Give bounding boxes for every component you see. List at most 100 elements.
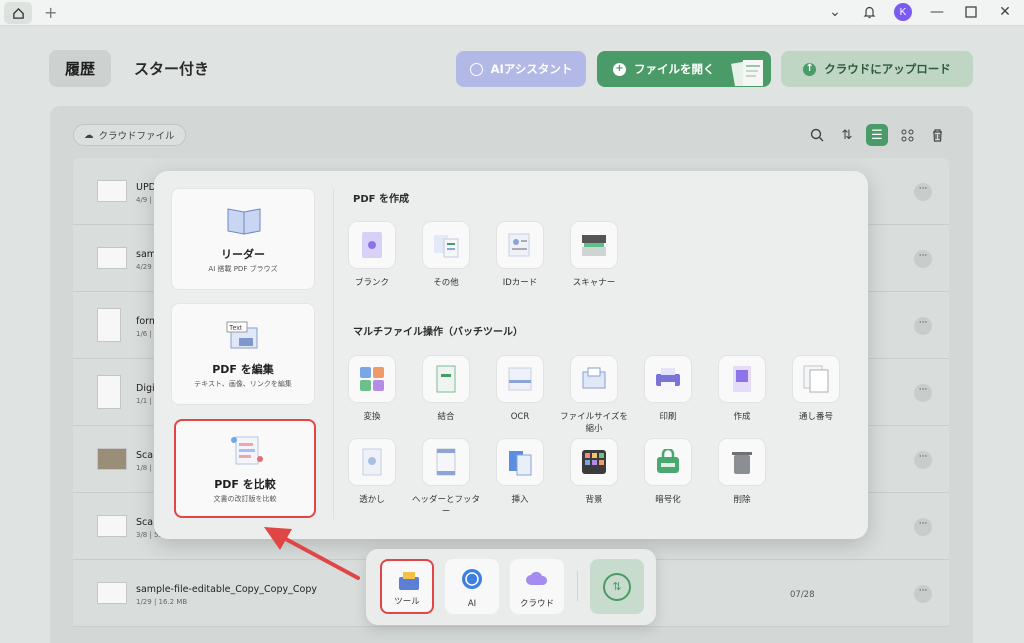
more-button[interactable]: ··· [914, 451, 932, 469]
cloud-icon [526, 571, 548, 585]
trash-icon[interactable] [926, 124, 948, 146]
tool-compress[interactable]: ファイルサイズを縮小 [557, 355, 631, 435]
file-meta: 1/6 | [136, 330, 152, 338]
grid-view-icon[interactable] [896, 124, 918, 146]
dock-tools-button[interactable]: ツール [380, 559, 434, 614]
close-icon[interactable]: ✕ [996, 3, 1014, 21]
tool-print[interactable]: 印刷 [631, 355, 705, 423]
compare-icon [231, 436, 263, 465]
divider [333, 189, 334, 519]
reader-title: リーダー [221, 248, 265, 261]
file-thumbnail [97, 448, 127, 470]
more-button[interactable]: ··· [914, 317, 932, 335]
tool-label: IDカード [502, 278, 538, 288]
open-file-label: ファイルを開く [634, 62, 715, 76]
edit-art-text: Text [229, 325, 242, 332]
ai-assistant-button[interactable]: AIアシスタント [456, 51, 586, 87]
more-button[interactable]: ··· [914, 384, 932, 402]
tool-delete[interactable]: 削除 [705, 438, 779, 506]
tool-label: ファイルサイズを縮小 [560, 412, 628, 434]
batch-heading: マルチファイル操作（バッチツール） [353, 327, 523, 338]
blank-page-icon [362, 232, 382, 258]
insert-icon [509, 451, 532, 476]
file-name: sample-file-editable_Copy_Copy_Copy [136, 584, 317, 595]
more-button[interactable]: ··· [914, 518, 932, 536]
tool-label: 挿入 [511, 495, 529, 505]
tool-ocr[interactable]: OCR [483, 355, 557, 423]
dock-tools-label: ツール [394, 597, 420, 607]
tool-encrypt[interactable]: 暗号化 [631, 438, 705, 506]
chevron-down-icon[interactable]: ⌄ [826, 3, 844, 21]
documents-icon [731, 60, 763, 86]
reader-card[interactable]: リーダー AI 搭載 PDF ブラウズ [171, 188, 315, 290]
tab-history[interactable]: 履歴 [49, 50, 111, 87]
tool-label: スキャナー [572, 278, 616, 288]
dock-divider [577, 571, 578, 601]
minimize-icon[interactable]: — [928, 3, 946, 21]
search-icon[interactable] [806, 124, 828, 146]
lock-icon [657, 449, 679, 473]
background-icon [582, 450, 606, 474]
scanner-icon [582, 235, 606, 256]
upload-cloud-button[interactable]: ↑ クラウドにアップロード [781, 51, 973, 87]
bell-icon[interactable] [860, 3, 878, 21]
file-thumbnail [97, 375, 121, 409]
tool-bates[interactable]: 通し番号 [779, 355, 853, 423]
open-file-button[interactable]: + ファイルを開く [597, 51, 771, 87]
convert-icon [360, 367, 384, 391]
list-view-icon[interactable]: ☰ [866, 124, 888, 146]
tool-merge[interactable]: 結合 [409, 355, 483, 423]
tool-blank[interactable]: ブランク [335, 221, 409, 289]
more-button[interactable]: ··· [914, 250, 932, 268]
bottom-dock: ツール AI クラウド ⇅ [366, 549, 656, 625]
tool-idcard[interactable]: IDカード [483, 221, 557, 289]
dock-ai-button[interactable]: AI [445, 559, 499, 614]
tool-background[interactable]: 背景 [557, 438, 631, 506]
tool-label: 暗号化 [655, 495, 681, 505]
upload-cloud-label: クラウドにアップロード [824, 62, 951, 76]
cloud-files-label: クラウドファイル [98, 131, 175, 142]
dock-cloud-button[interactable]: クラウド [510, 559, 564, 614]
tab-starred[interactable]: スター付き [134, 50, 209, 87]
cloud-files-chip[interactable]: ☁ クラウドファイル [73, 124, 186, 146]
tool-header-footer[interactable]: ヘッダーとフッター [409, 438, 483, 518]
home-tab[interactable] [4, 2, 32, 24]
tool-insert[interactable]: 挿入 [483, 438, 557, 506]
more-button[interactable]: ··· [914, 183, 932, 201]
compare-pdf-title: PDF を比較 [214, 478, 276, 491]
new-tab-button[interactable]: + [44, 3, 57, 23]
dock-ai-label: AI [467, 599, 477, 609]
dock-sort-button[interactable]: ⇅ [590, 559, 644, 614]
file-name: UPD [136, 182, 156, 193]
sort-icon[interactable]: ⇅ [836, 124, 858, 146]
compare-pdf-card[interactable]: PDF を比較 文書の改訂版を比較 [174, 419, 316, 518]
tool-label: その他 [433, 278, 459, 288]
delete-bin-icon [732, 452, 752, 474]
tool-create[interactable]: 作成 [705, 355, 779, 423]
edit-pdf-subtitle: テキスト、画像、リンクを編集 [194, 380, 292, 388]
compare-pdf-subtitle: 文書の改訂版を比較 [213, 495, 277, 503]
tool-label: 削除 [733, 495, 751, 505]
file-thumbnail [97, 582, 127, 604]
toolbox-icon [399, 572, 419, 590]
tool-watermark[interactable]: 透かし [335, 438, 409, 506]
tool-label: OCR [510, 412, 530, 422]
edit-pdf-title: PDF を編集 [212, 363, 274, 376]
tool-scanner[interactable]: スキャナー [557, 221, 631, 289]
tool-label: 変換 [363, 412, 381, 422]
create-icon [733, 366, 751, 392]
file-date: 07/28 [790, 590, 815, 600]
file-thumbnail [97, 308, 121, 342]
create-pdf-heading: PDF を作成 [353, 194, 409, 205]
tool-other[interactable]: その他 [409, 221, 483, 289]
id-card-icon [508, 233, 530, 257]
ai-orb-icon [462, 569, 482, 589]
upload-icon: ↑ [803, 62, 817, 76]
more-button[interactable]: ··· [914, 585, 932, 603]
tool-convert[interactable]: 変換 [335, 355, 409, 423]
avatar[interactable]: K [894, 3, 912, 21]
reader-subtitle: AI 搭載 PDF ブラウズ [208, 265, 278, 273]
edit-pdf-card[interactable]: Text PDF を編集 テキスト、画像、リンクを編集 [171, 303, 315, 405]
maximize-icon[interactable] [962, 3, 980, 21]
view-toolbar: ⇅ ☰ [806, 124, 948, 146]
